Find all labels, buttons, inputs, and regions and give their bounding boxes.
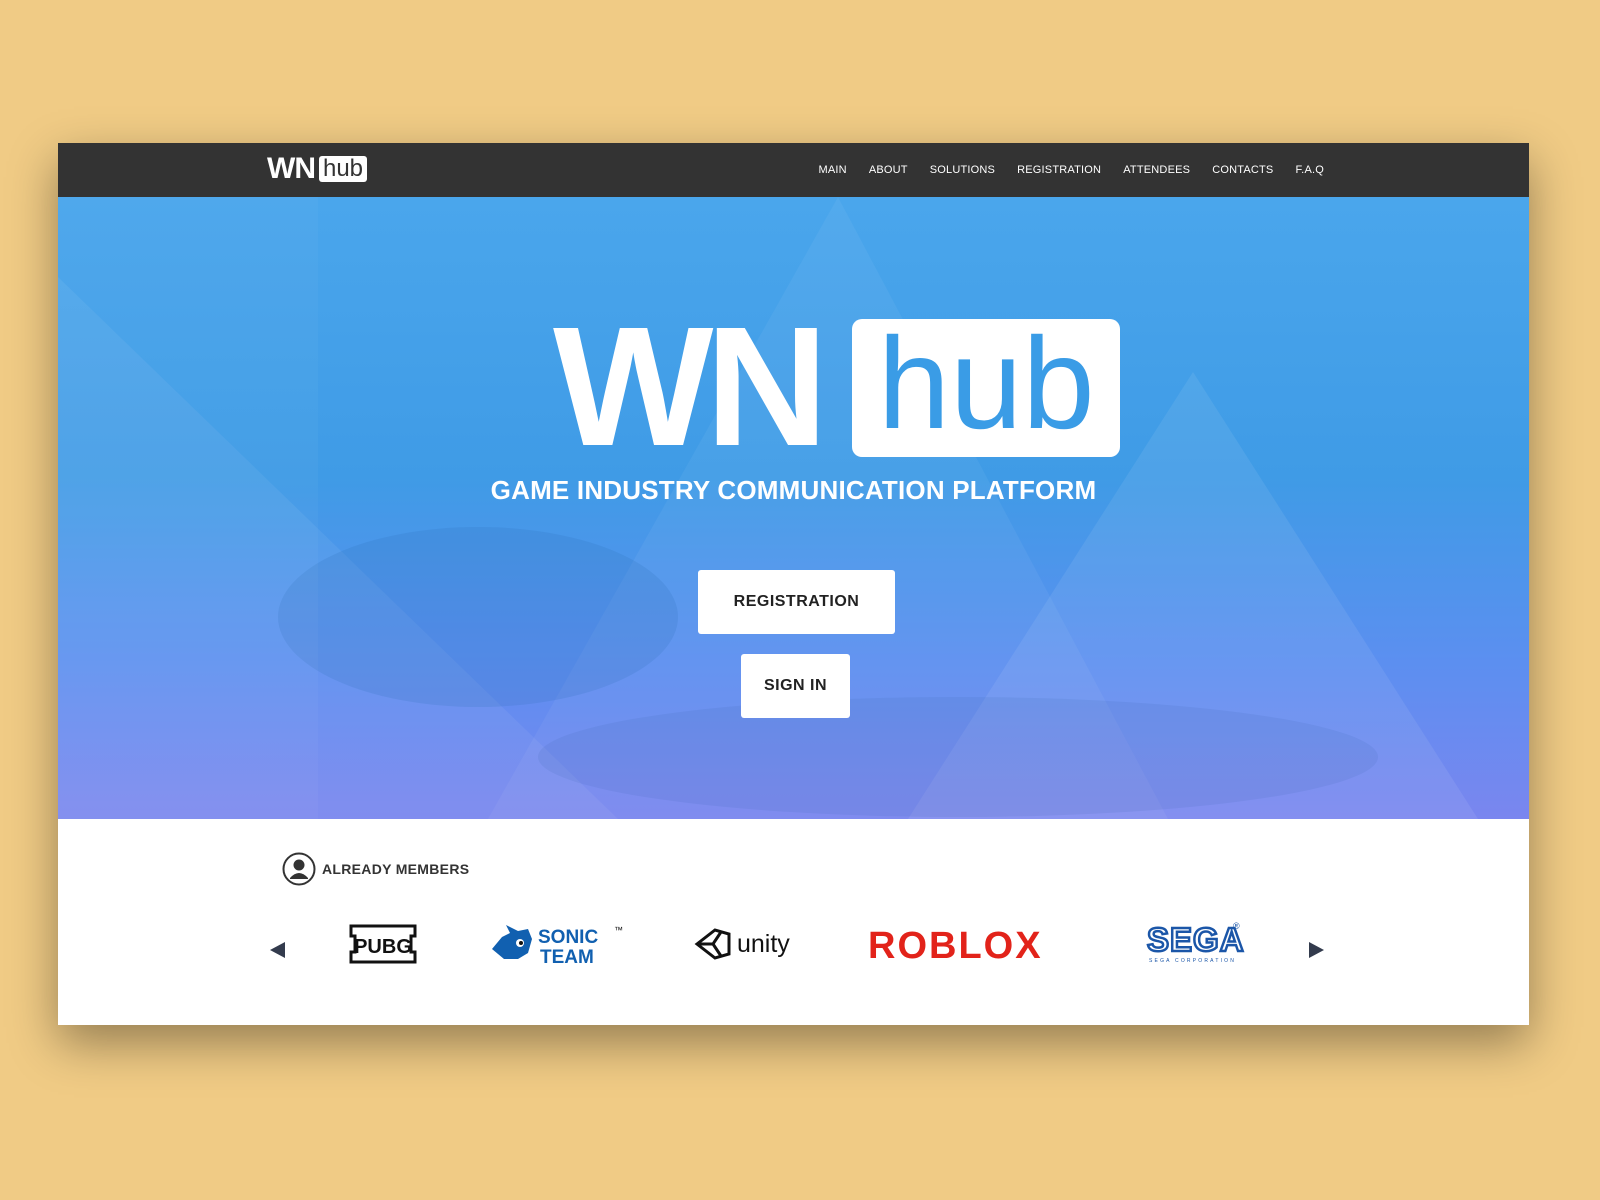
hero-logo-hub-box: hub bbox=[852, 310, 1121, 457]
svg-text:SONIC: SONIC bbox=[538, 927, 598, 948]
nav-item-about[interactable]: ABOUT bbox=[869, 164, 908, 176]
header-logo-wn: WN bbox=[267, 152, 316, 185]
members-title: ALREADY MEMBERS bbox=[322, 861, 470, 877]
hero-background-graphic bbox=[58, 197, 1478, 819]
members-heading: ALREADY MEMBERS bbox=[282, 852, 469, 886]
svg-text:ROBLOX: ROBLOX bbox=[868, 925, 1043, 966]
hero-logo-wn: WN bbox=[553, 292, 828, 482]
brand-logo-pubg[interactable]: PUBG bbox=[347, 919, 419, 969]
nav-item-contacts[interactable]: CONTACTS bbox=[1212, 164, 1273, 176]
nav-item-attendees[interactable]: ATTENDEES bbox=[1123, 164, 1190, 176]
svg-text:unity: unity bbox=[737, 930, 790, 958]
header-logo-hub: hub bbox=[318, 156, 368, 182]
svg-text:SEGA CORPORATION: SEGA CORPORATION bbox=[1149, 958, 1236, 964]
unity-logo: unity bbox=[694, 928, 790, 960]
brand-logo-sega[interactable]: SEGA ® SEGA CORPORATION bbox=[1145, 919, 1249, 969]
arrow-left-icon[interactable] bbox=[268, 940, 288, 960]
registration-button[interactable]: REGISTRATION bbox=[698, 570, 895, 634]
nav-item-registration[interactable]: REGISTRATION bbox=[1017, 164, 1101, 176]
brand-logo-unity[interactable]: unity bbox=[693, 919, 803, 969]
brand-logo-sonic-team[interactable]: SONIC TEAM ™ bbox=[488, 919, 628, 969]
nav-item-solutions[interactable]: SOLUTIONS bbox=[930, 164, 995, 176]
svg-text:®: ® bbox=[1233, 921, 1240, 931]
roblox-logo: ROBLOX bbox=[868, 925, 1043, 966]
svg-text:™: ™ bbox=[614, 925, 623, 935]
hero-logo-hub: hub bbox=[877, 310, 1095, 456]
main-nav: MAIN ABOUT SOLUTIONS REGISTRATION ATTEND… bbox=[819, 143, 1325, 197]
sonic-team-logo: SONIC TEAM ™ bbox=[492, 925, 623, 968]
user-circle-icon bbox=[282, 852, 316, 886]
sega-logo: SEGA ® SEGA CORPORATION bbox=[1146, 920, 1245, 964]
brand-logo-roblox[interactable]: ROBLOX bbox=[866, 919, 1076, 969]
members-section: ALREADY MEMBERS PUBG SONIC TEAM ™ unity … bbox=[58, 819, 1529, 1025]
hero-tagline: GAME INDUSTRY COMMUNICATION PLATFORM bbox=[490, 475, 1097, 505]
hero-logo: WN hub bbox=[553, 292, 1121, 482]
svg-text:PUBG: PUBG bbox=[354, 936, 412, 958]
hero-section: WN hub GAME INDUSTRY COMMUNICATION PLATF… bbox=[58, 197, 1529, 819]
header-logo[interactable]: WN hub bbox=[267, 152, 368, 185]
top-navigation-bar: WN hub MAIN ABOUT SOLUTIONS REGISTRATION… bbox=[58, 143, 1529, 197]
website-mockup: WN hub MAIN ABOUT SOLUTIONS REGISTRATION… bbox=[58, 143, 1529, 1025]
svg-text:TEAM: TEAM bbox=[540, 947, 594, 968]
pubg-logo: PUBG bbox=[349, 924, 417, 964]
arrow-right-icon[interactable] bbox=[1306, 940, 1326, 960]
nav-item-main[interactable]: MAIN bbox=[819, 164, 847, 176]
nav-item-faq[interactable]: F.A.Q bbox=[1295, 164, 1324, 176]
sign-in-button[interactable]: SIGN IN bbox=[741, 654, 850, 718]
svg-text:SEGA: SEGA bbox=[1147, 921, 1245, 958]
